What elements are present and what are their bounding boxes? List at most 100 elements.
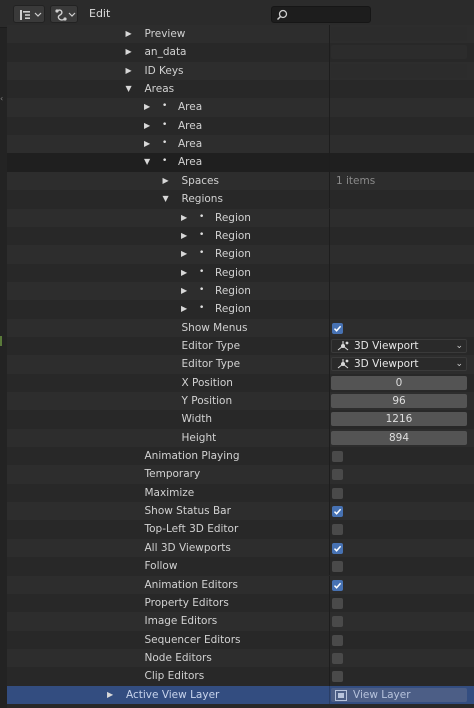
row-label: Region	[215, 266, 251, 279]
disclosure-collapsed-icon[interactable]: ▶	[144, 102, 150, 112]
disclosure-expanded-icon[interactable]: ▼	[126, 84, 132, 94]
tree-row[interactable]: ▼ • Area	[7, 153, 474, 172]
tree-row[interactable]: Height 894	[7, 428, 474, 448]
row-label: Region	[215, 211, 251, 224]
display-mode-button[interactable]	[50, 5, 78, 23]
checkbox[interactable]	[332, 616, 343, 628]
disclosure-collapsed-icon[interactable]: ▶	[144, 121, 150, 131]
tree-row[interactable]: Show Menus	[7, 318, 474, 337]
editor-type-button[interactable]	[13, 5, 45, 23]
disclosure-collapsed-icon[interactable]: ▶	[181, 213, 187, 223]
disclosure-collapsed-icon[interactable]: ▶	[126, 66, 132, 76]
checkbox[interactable]	[332, 322, 343, 334]
search-input[interactable]	[271, 6, 371, 23]
checkbox[interactable]	[332, 506, 343, 518]
value-field[interactable]	[331, 45, 467, 60]
checkbox[interactable]	[332, 451, 343, 463]
tree-row[interactable]: Top-Left 3D Editor	[7, 520, 474, 539]
checkbox[interactable]	[332, 671, 343, 683]
tree-row[interactable]: Maximize	[7, 483, 474, 503]
disclosure-collapsed-icon[interactable]: ▶	[181, 286, 187, 296]
row-label: Property Editors	[144, 596, 229, 609]
checkbox[interactable]	[332, 561, 343, 573]
chevron-down-icon: ⌄	[455, 340, 463, 351]
item-count: 1 items	[336, 174, 376, 187]
tree-row-selected[interactable]: ▶ Active View Layer View Layer	[7, 685, 474, 704]
checkbox[interactable]	[332, 487, 343, 499]
checkbox[interactable]	[332, 652, 343, 664]
disclosure-collapsed-icon[interactable]: ▶	[181, 249, 187, 259]
value-field[interactable]	[331, 27, 467, 41]
column-divider	[329, 355, 330, 374]
tree-row[interactable]: ▶ • Region	[7, 208, 474, 227]
disclosure-expanded-icon[interactable]: ▼	[144, 157, 150, 167]
disclosure-collapsed-icon[interactable]: ▶	[181, 231, 187, 241]
tree-row[interactable]: ▶ • Region	[7, 245, 474, 264]
editor-type-dropdown[interactable]: 3D Viewport ⌄	[331, 338, 467, 353]
tree-row[interactable]: Sequencer Editors	[7, 630, 474, 649]
tree-row[interactable]: ▶ • Area	[7, 116, 474, 136]
number-field[interactable]: 0	[331, 375, 467, 390]
disclosure-collapsed-icon[interactable]: ▶	[126, 47, 132, 57]
collapse-arrow-icon[interactable]: ‹	[0, 94, 3, 103]
edit-menu[interactable]: Edit	[89, 7, 110, 20]
tree-row[interactable]: ▶ Spaces 1 items	[7, 171, 474, 191]
checkbox[interactable]	[332, 469, 343, 481]
row-label: Node Editors	[144, 651, 212, 664]
editor-type-dropdown[interactable]: 3D Viewport ⌄	[331, 357, 467, 372]
tree-row[interactable]: Node Editors	[7, 648, 474, 668]
tree-row[interactable]: X Position 0	[7, 373, 474, 392]
checkbox[interactable]	[332, 597, 343, 609]
disclosure-collapsed-icon[interactable]: ▶	[144, 139, 150, 149]
tree-row[interactable]: ▶ Preview	[7, 25, 474, 44]
number-field[interactable]: 894	[331, 430, 467, 445]
tree-row[interactable]: ▼ Areas	[7, 80, 474, 99]
tree-row[interactable]: Property Editors	[7, 593, 474, 613]
tree-row[interactable]: Show Status Bar	[7, 502, 474, 521]
column-divider	[329, 465, 330, 484]
tree-row[interactable]: All 3D Viewports	[7, 538, 474, 558]
disclosure-collapsed-icon[interactable]: ▶	[181, 304, 187, 314]
region-marker	[0, 336, 2, 346]
tree-row[interactable]: Width 1216	[7, 410, 474, 429]
value-field[interactable]	[331, 63, 467, 78]
disclosure-collapsed-icon[interactable]: ▶	[181, 268, 187, 278]
number-field[interactable]: 96	[331, 394, 467, 408]
tree-row[interactable]: Image Editors	[7, 612, 474, 631]
number-field[interactable]: 1216	[331, 412, 467, 427]
tree-row[interactable]: Animation Editors	[7, 575, 474, 594]
disclosure-collapsed-icon[interactable]: ▶	[107, 690, 113, 700]
row-label: Clip Editors	[144, 670, 205, 683]
checkbox[interactable]	[332, 542, 343, 554]
tree-row[interactable]: ▶ ID Keys	[7, 61, 474, 81]
tree-row[interactable]: ▶ • Region	[7, 226, 474, 246]
tree-row[interactable]: Clip Editors	[7, 667, 474, 686]
checkbox[interactable]	[332, 634, 343, 646]
row-label: Spaces	[181, 174, 219, 187]
tree-row[interactable]: Temporary	[7, 465, 474, 484]
tree-row[interactable]: ▶ • Region	[7, 300, 474, 319]
bullet-icon: •	[162, 101, 168, 112]
tree-row[interactable]: Y Position 96	[7, 392, 474, 411]
disclosure-expanded-icon[interactable]: ▼	[163, 194, 169, 204]
tree-row[interactable]: ▶ • Area	[7, 98, 474, 117]
tree-row[interactable]: ▶ • Area	[7, 135, 474, 154]
disclosure-collapsed-icon[interactable]: ▶	[126, 29, 132, 39]
row-label: Region	[215, 248, 251, 261]
row-label: Temporary	[144, 468, 201, 481]
bullet-icon: •	[199, 211, 205, 222]
disclosure-collapsed-icon[interactable]: ▶	[163, 176, 169, 186]
tree-row[interactable]: Animation Playing	[7, 447, 474, 466]
tree-row[interactable]: ▶ an_data	[7, 43, 474, 62]
tree-row[interactable]: ▶ • Region	[7, 263, 474, 282]
tree-row[interactable]: Editor Type 3D Viewport ⌄	[7, 336, 474, 356]
tree-row[interactable]: ▼ Regions	[7, 190, 474, 209]
checkbox[interactable]	[332, 579, 343, 591]
number-value: 1216	[385, 413, 413, 426]
view-layer-field[interactable]: View Layer	[331, 687, 467, 702]
tree-row[interactable]: Follow	[7, 557, 474, 576]
row-label: Region	[215, 303, 251, 316]
tree-row[interactable]: ▶ • Region	[7, 281, 474, 301]
tree-row[interactable]: Editor Type 3D Viewport ⌄	[7, 355, 474, 374]
checkbox[interactable]	[332, 524, 343, 536]
